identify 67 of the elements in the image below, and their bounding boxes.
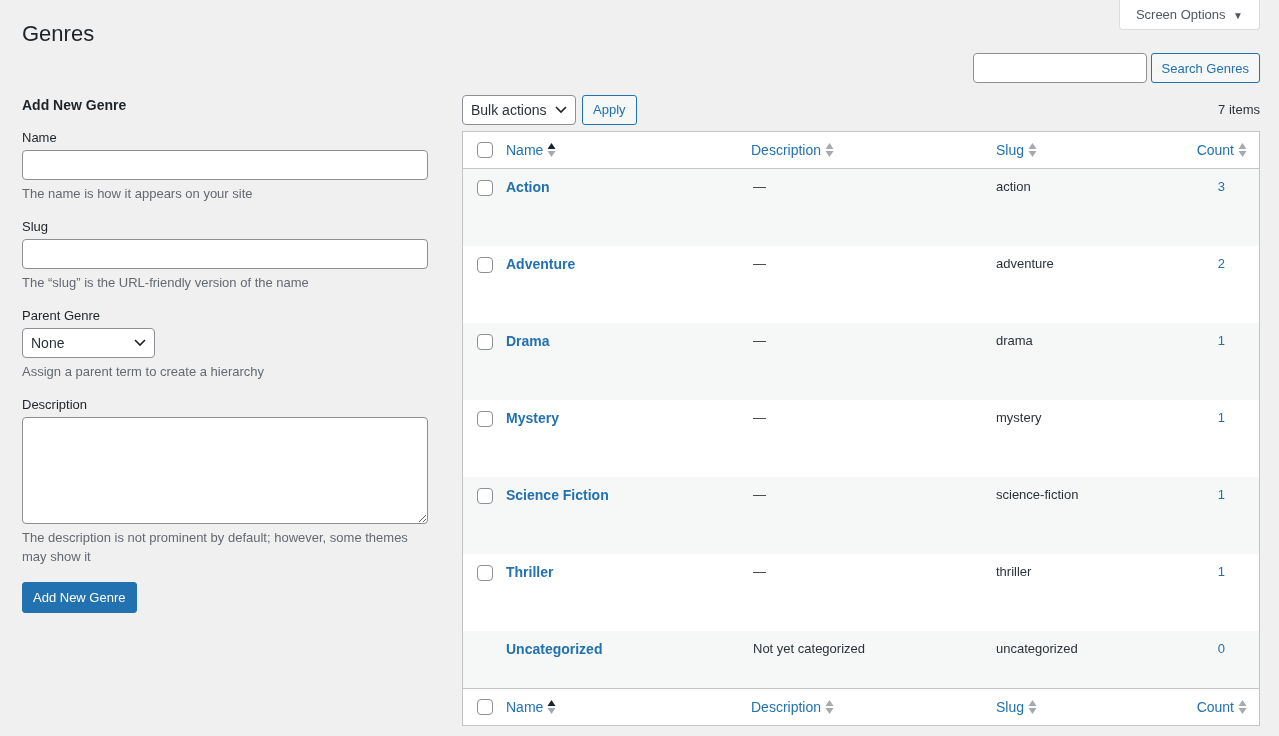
slug-cell: uncategorized: [996, 641, 1078, 656]
genre-name-link[interactable]: Drama: [506, 333, 550, 349]
term-total-link[interactable]: 1: [1217, 333, 1225, 348]
row-checkbox[interactable]: [476, 488, 493, 504]
slug-cell: drama: [996, 333, 1033, 348]
field-label: Slug: [22, 219, 49, 235]
description-cell-text: —: [752, 487, 766, 502]
slug-cell: mystery: [996, 410, 1042, 425]
row-checkbox[interactable]: [476, 180, 493, 196]
genre-name-link[interactable]: Science Fiction: [506, 487, 609, 503]
select-all-checkbox[interactable]: [476, 699, 493, 715]
row-checkbox[interactable]: [476, 257, 493, 273]
add-genre-button[interactable]: Add New Genre: [22, 582, 137, 613]
column-sort-link[interactable]: Count: [1196, 699, 1234, 715]
genre-name-link[interactable]: Mystery: [506, 410, 559, 426]
field-label: Description: [22, 397, 88, 413]
select-all-checkbox[interactable]: [476, 142, 493, 158]
parent-select[interactable]: None: [22, 328, 155, 358]
chevron-down-icon: [134, 339, 146, 347]
slug-cell: science-fiction: [996, 487, 1079, 502]
description-cell-text: —: [752, 333, 766, 348]
items-count: 7 items: [1218, 102, 1260, 117]
page-title: Genres: [22, 22, 95, 46]
description-cell-text: Not yet categorized: [752, 641, 865, 656]
slug-cell: adventure: [996, 256, 1054, 271]
term-total-link[interactable]: 3: [1217, 179, 1225, 194]
row-checkbox[interactable]: [476, 565, 493, 581]
description-cell-text: —: [752, 179, 766, 194]
screen-options-button[interactable]: Screen Options ▼: [1118, 0, 1260, 30]
term-total-link[interactable]: 1: [1217, 410, 1225, 425]
chevron-down-icon: [555, 105, 567, 114]
field-label: Parent Genre: [22, 308, 101, 324]
apply-button[interactable]: Apply: [582, 94, 637, 125]
row-checkbox[interactable]: [476, 411, 493, 427]
form-heading: Add New Genre: [22, 96, 128, 114]
description-textarea[interactable]: [22, 417, 428, 524]
search-field[interactable]: [972, 53, 1147, 83]
genre-name-link[interactable]: Action: [506, 179, 550, 195]
input-field[interactable]: [22, 239, 428, 269]
column-sort-link[interactable]: Slug: [996, 142, 1025, 158]
term-total-link[interactable]: 1: [1217, 564, 1225, 579]
genre-name-link[interactable]: Thriller: [506, 564, 554, 580]
field-hint: Assign a parent term to create a hierarchy: [22, 363, 265, 381]
column-sort-link[interactable]: Description: [751, 699, 822, 715]
bulk-actions-select[interactable]: Bulk actions: [462, 94, 576, 125]
search-button[interactable]: Search Genres: [1150, 53, 1260, 83]
row-checkbox[interactable]: [476, 334, 493, 350]
field-hint: The name is how it appears on your site: [22, 185, 253, 203]
slug-cell: action: [996, 179, 1031, 194]
field-label: Name: [22, 130, 57, 146]
input-field[interactable]: [22, 150, 428, 180]
description-cell-text: —: [752, 256, 766, 271]
column-sort-link[interactable]: Name: [506, 699, 544, 715]
column-sort-link[interactable]: Slug: [996, 699, 1025, 715]
term-total-link[interactable]: 0: [1217, 641, 1225, 656]
column-sort-link[interactable]: Count: [1196, 142, 1234, 158]
term-total-link[interactable]: 2: [1217, 256, 1225, 271]
genre-name-link[interactable]: Adventure: [506, 256, 576, 272]
term-total-link[interactable]: 1: [1217, 487, 1225, 502]
slug-cell: thriller: [996, 564, 1032, 579]
field-hint: The “slug” is the URL-friendly version of the name: [22, 274, 309, 292]
genre-name-link[interactable]: Uncategorized: [506, 641, 603, 657]
field-hint: The description is not prominent by default; however, some themes may show it: [22, 529, 409, 566]
description-cell-text: —: [752, 410, 766, 425]
description-cell-text: —: [752, 564, 766, 579]
column-sort-link[interactable]: Name: [506, 142, 544, 158]
column-sort-link[interactable]: Description: [751, 142, 822, 158]
